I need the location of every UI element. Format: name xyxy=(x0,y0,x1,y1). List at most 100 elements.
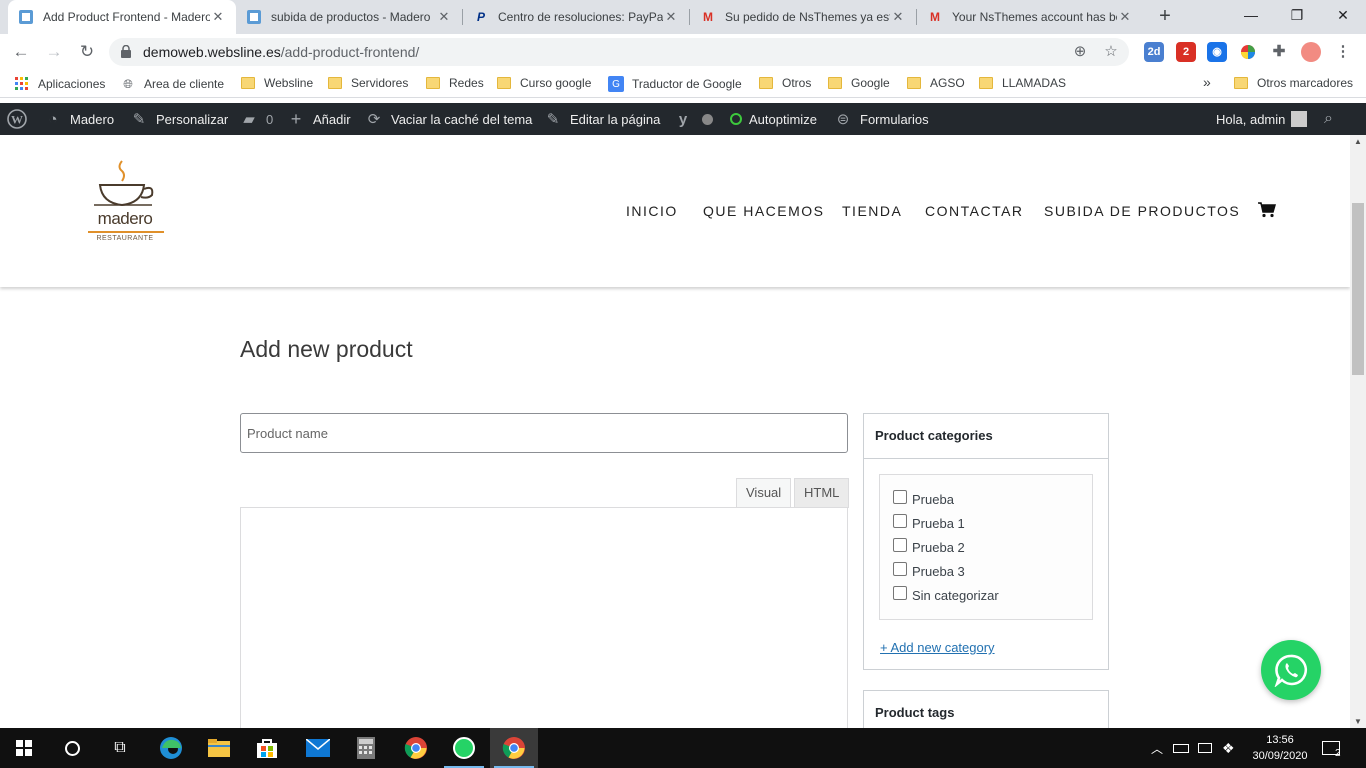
network-icon[interactable] xyxy=(1198,728,1212,768)
tray-chevron-icon[interactable]: ︿ xyxy=(1151,728,1163,768)
category-sin-categorizar[interactable]: Sin categorizar xyxy=(893,583,1092,607)
forward-button[interactable]: → xyxy=(42,40,66,64)
menu-icon[interactable]: ⋮ xyxy=(1333,42,1353,62)
tab-gmail-pedido[interactable]: M Su pedido de NsThemes ya está ✕ xyxy=(690,0,916,34)
scroll-down-arrow[interactable]: ▼ xyxy=(1354,717,1362,726)
category-prueba-3[interactable]: Prueba 3 xyxy=(893,559,1092,583)
new-tab-button[interactable]: + xyxy=(1154,5,1176,27)
calendar-extension-icon[interactable]: 2d xyxy=(1144,42,1164,62)
back-button[interactable]: ← xyxy=(9,40,33,64)
site-logo[interactable]: madero RESTAURANTE xyxy=(86,159,166,249)
tab-visual[interactable]: Visual xyxy=(736,478,792,508)
bookmark-curso-google[interactable]: Curso google xyxy=(497,76,591,90)
category-prueba-1[interactable]: Prueba 1 xyxy=(893,511,1092,535)
adminbar-edit-page[interactable]: ✎ Editar la página xyxy=(544,103,661,135)
bookmark-traductor[interactable]: G Traductor de Google xyxy=(608,76,742,92)
tab-paypal[interactable]: P Centro de resoluciones: PayPal ✕ xyxy=(463,0,689,34)
taskbar-edge[interactable] xyxy=(147,728,195,768)
close-icon[interactable]: ✕ xyxy=(663,9,679,25)
taskbar-mail[interactable] xyxy=(294,728,342,768)
adminbar-forms[interactable]: ⊜ Formularios xyxy=(834,103,929,135)
reload-button[interactable]: ↻ xyxy=(75,40,99,64)
adminbar-clear-cache[interactable]: ⟳ Vaciar la caché del tema xyxy=(365,103,533,135)
bookmarks-overflow-button[interactable]: » xyxy=(1203,74,1211,90)
checkbox[interactable] xyxy=(893,514,907,528)
dropbox-icon[interactable]: ❖ xyxy=(1222,728,1235,768)
category-prueba-2[interactable]: Prueba 2 xyxy=(893,535,1092,559)
tab-subida-productos[interactable]: subida de productos - Madero ✕ xyxy=(236,0,462,34)
nav-contactar[interactable]: CONTACTAR xyxy=(925,203,1024,219)
puzzle-icon[interactable]: ✚ xyxy=(1269,42,1289,62)
close-icon[interactable]: ✕ xyxy=(890,9,906,25)
start-button[interactable] xyxy=(0,728,48,768)
tab-gmail-account[interactable]: M Your NsThemes account has be ✕ xyxy=(917,0,1143,34)
close-icon[interactable]: ✕ xyxy=(436,9,452,25)
avatar[interactable] xyxy=(1301,42,1321,62)
chat-extension-icon[interactable]: ◉ xyxy=(1207,42,1227,62)
product-description-editor[interactable] xyxy=(240,507,848,728)
adminbar-new[interactable]: + Añadir xyxy=(287,103,351,135)
bookmark-apps[interactable]: Aplicaciones xyxy=(14,76,105,92)
task-view-button[interactable]: ⧉ xyxy=(96,728,144,768)
search-icon[interactable]: ⌕ xyxy=(1324,103,1333,135)
taskbar-chrome[interactable] xyxy=(392,728,440,768)
bookmark-agso[interactable]: AGSO xyxy=(907,76,965,90)
product-name-input[interactable] xyxy=(240,413,848,453)
star-icon[interactable]: ☆ xyxy=(1102,43,1120,61)
bookmark-google[interactable]: Google xyxy=(828,76,890,90)
taskbar-whatsapp[interactable] xyxy=(440,728,488,768)
adminbar-autoptimize[interactable]: Autoptimize xyxy=(730,103,817,135)
battery-icon[interactable] xyxy=(1173,728,1189,768)
color-wheel-extension-icon[interactable] xyxy=(1238,42,1258,62)
checkbox[interactable] xyxy=(893,562,907,576)
taskbar-store[interactable] xyxy=(243,728,291,768)
taskbar-explorer[interactable] xyxy=(195,728,243,768)
yoast-icon[interactable]: y xyxy=(674,103,700,135)
taskbar-chrome-active[interactable] xyxy=(490,728,538,768)
wordpress-logo-icon[interactable]: W xyxy=(7,103,27,135)
folder-icon xyxy=(426,77,440,89)
address-bar[interactable]: demoweb.websline.es/add-product-frontend… xyxy=(109,38,1129,66)
adminbar-comments[interactable]: ▰ 0 xyxy=(240,103,273,135)
checkbox[interactable] xyxy=(893,586,907,600)
forms-label: Formularios xyxy=(860,111,929,127)
cart-icon[interactable] xyxy=(1258,202,1276,218)
seo-status-icon[interactable] xyxy=(702,103,713,135)
add-icon[interactable]: ⊕ xyxy=(1071,43,1089,61)
nav-inicio[interactable]: INICIO xyxy=(626,203,678,219)
close-icon[interactable]: ✕ xyxy=(1117,9,1133,25)
taskbar-calculator[interactable] xyxy=(342,728,390,768)
bookmark-llamadas[interactable]: LLAMADAS xyxy=(979,76,1066,90)
close-window-button[interactable]: ✕ xyxy=(1320,0,1366,30)
scrollbar-thumb[interactable] xyxy=(1352,203,1364,375)
whatsapp-button[interactable] xyxy=(1261,640,1321,700)
search-button[interactable] xyxy=(48,728,96,768)
nav-que-hacemos[interactable]: QUE HACEMOS xyxy=(703,203,825,219)
clock[interactable]: 13:56 30/09/2020 xyxy=(1250,732,1310,764)
bookmark-servidores[interactable]: Servidores xyxy=(328,76,408,90)
bookmark-redes[interactable]: Redes xyxy=(426,76,484,90)
category-prueba[interactable]: Prueba xyxy=(893,487,1092,511)
adminbar-site[interactable]: ◔ Madero xyxy=(44,103,114,135)
other-bookmarks[interactable]: Otros marcadores xyxy=(1234,76,1353,90)
tab-html[interactable]: HTML xyxy=(794,478,850,508)
mail-extension-icon[interactable]: 2 xyxy=(1176,42,1196,62)
add-category-link[interactable]: + Add new category xyxy=(880,640,995,655)
scroll-up-arrow[interactable]: ▲ xyxy=(1354,137,1362,146)
bookmark-area-cliente[interactable]: 🌐︎ Area de cliente xyxy=(120,76,224,92)
minimize-button[interactable]: — xyxy=(1228,0,1274,30)
checkbox[interactable] xyxy=(893,490,907,504)
comment-icon: ▰ xyxy=(243,111,255,128)
nav-tienda[interactable]: TIENDA xyxy=(842,203,902,219)
bookmark-websline[interactable]: Websline xyxy=(241,76,313,90)
adminbar-account[interactable]: Hola, admin xyxy=(1216,103,1308,135)
nav-subida-productos[interactable]: SUBIDA DE PRODUCTOS xyxy=(1044,203,1240,219)
adminbar-customize[interactable]: ✎ Personalizar xyxy=(130,103,229,135)
page-scrollbar[interactable]: ▲ ▼ xyxy=(1350,135,1366,728)
restore-button[interactable]: ❐ xyxy=(1274,0,1320,30)
notifications-button[interactable]: 2 xyxy=(1322,728,1342,768)
bookmark-otros[interactable]: Otros xyxy=(759,76,811,90)
checkbox[interactable] xyxy=(893,538,907,552)
tab-add-product[interactable]: Add Product Frontend - Madero ✕ xyxy=(8,0,236,34)
close-icon[interactable]: ✕ xyxy=(210,9,226,25)
